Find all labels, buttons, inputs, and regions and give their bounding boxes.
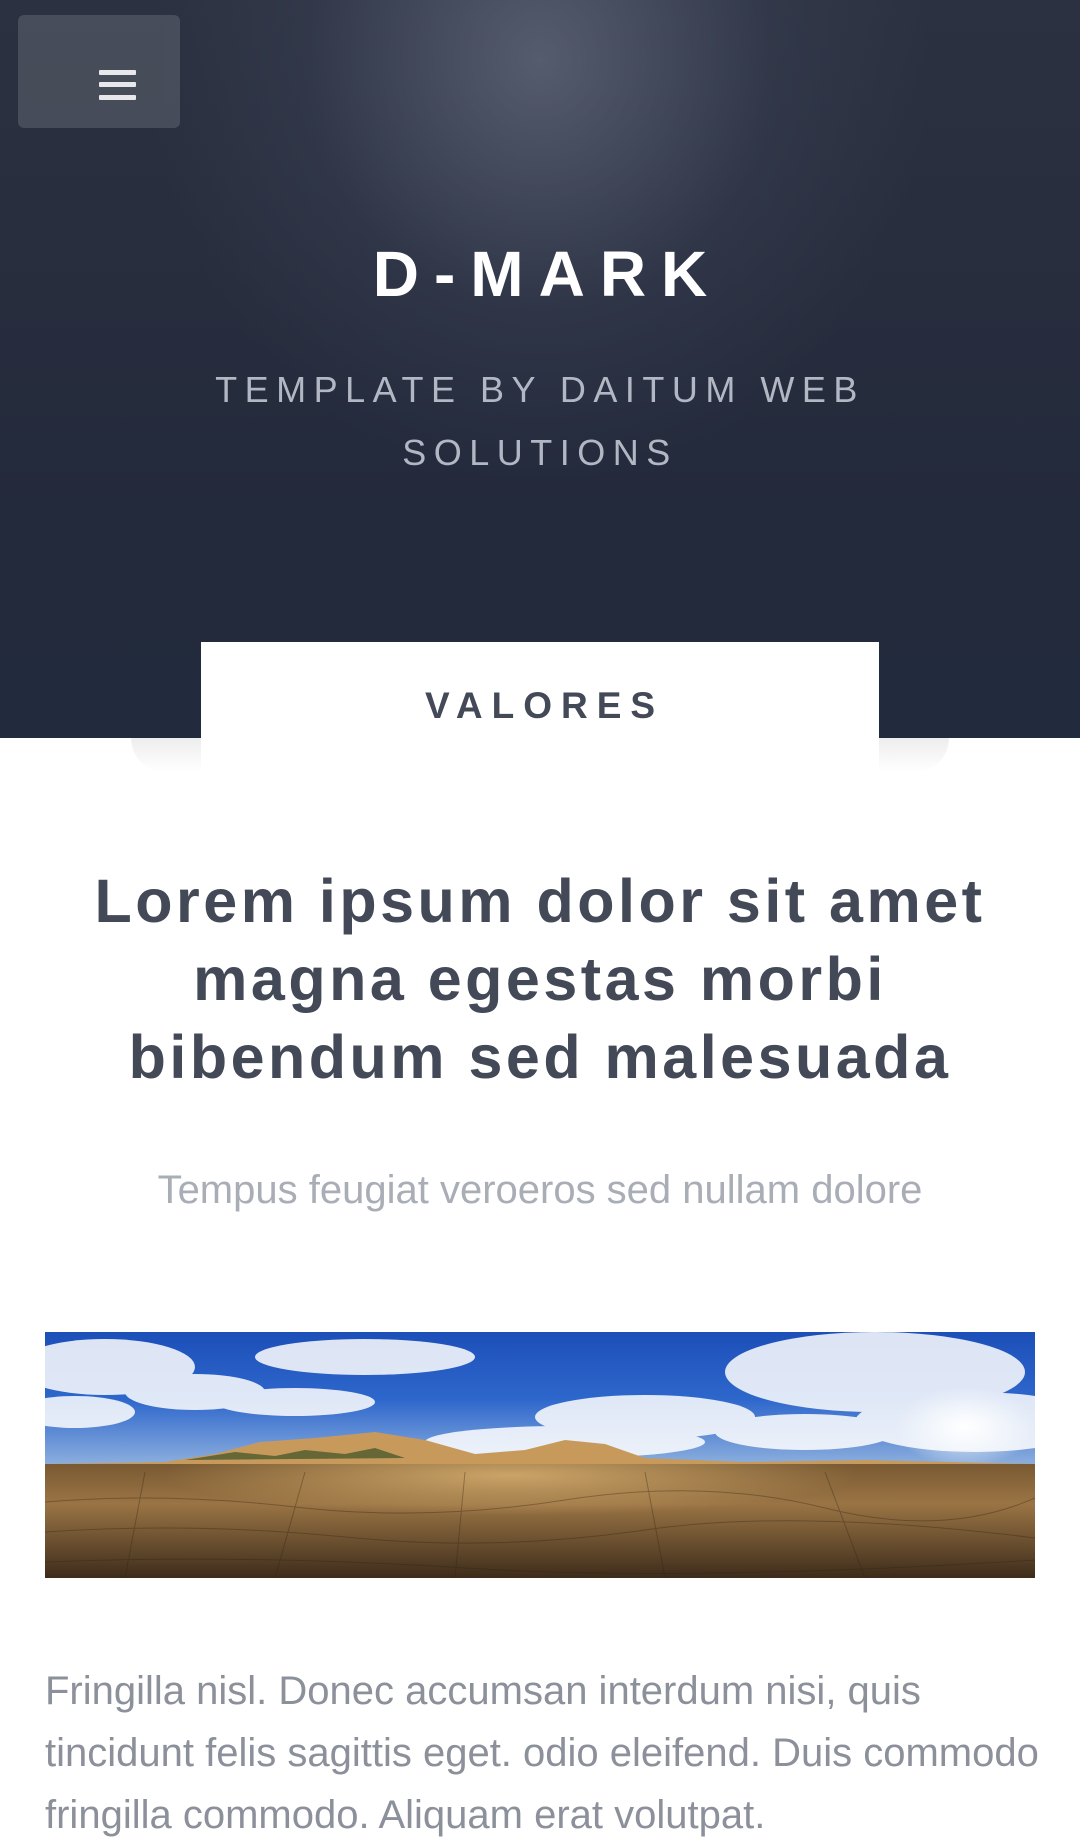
tab-shadow-left xyxy=(131,738,201,772)
panorama-desert-landscape-image xyxy=(45,1332,1035,1578)
article-lede: Tempus feugiat veroeros sed nullam dolor… xyxy=(157,1168,923,1212)
section-tab[interactable]: VALORES xyxy=(201,642,879,764)
tab-shadow-right xyxy=(879,738,949,772)
hamburger-menu-icon xyxy=(99,70,136,100)
site-subtitle: TEMPLATE BY DAITUM WEB SOLUTIONS xyxy=(215,369,865,473)
article-headline: Lorem ipsum dolor sit amet magna egestas… xyxy=(94,867,986,1091)
hero-header: D-MARK TEMPLATE BY DAITUM WEB SOLUTIONS xyxy=(0,0,1080,738)
page: D-MARK TEMPLATE BY DAITUM WEB SOLUTIONS … xyxy=(0,0,1080,1842)
section-tab-label: VALORES xyxy=(424,685,665,726)
site-title: D-MARK xyxy=(372,238,723,310)
menu-button[interactable] xyxy=(18,15,180,128)
article-body: Fringilla nisl. Donec accumsan interdum … xyxy=(45,1669,1039,1837)
